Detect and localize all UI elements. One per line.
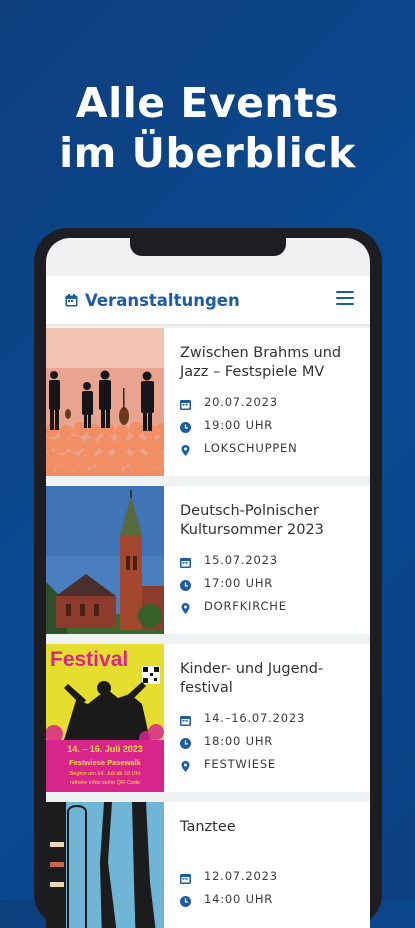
- event-time: 14:00 UHR: [180, 891, 366, 907]
- event-location: LOKSCHUPPEN: [180, 440, 366, 456]
- location-pin-icon: [180, 759, 191, 772]
- clock-icon: [180, 578, 191, 591]
- calendar-icon: [180, 397, 191, 410]
- app-bar: Veranstaltungen: [46, 276, 370, 324]
- event-image-tanztee: [46, 802, 164, 928]
- event-time: 19:00 UHR: [180, 417, 366, 433]
- event-location: FESTWIESE: [180, 756, 366, 772]
- promo-headline-line1: Alle Events: [75, 79, 340, 127]
- event-time: 17:00 UHR: [180, 575, 366, 591]
- clock-icon: [180, 894, 191, 907]
- event-image-church: [46, 486, 164, 634]
- event-date: 20.07.2023: [180, 394, 366, 410]
- event-image-festival-poster: Festival 14. – 16. Juli 2023 Festwiese P…: [46, 644, 164, 792]
- clock-icon: [180, 736, 191, 749]
- calendar-icon: [180, 713, 191, 726]
- hamburger-menu-icon[interactable]: [336, 291, 354, 307]
- location-pin-icon: [180, 443, 191, 456]
- phone-frame: Veranstaltungen Zwischen Brahms und Jazz…: [34, 228, 382, 928]
- event-date: 14.–16.07.2023: [180, 710, 366, 726]
- event-card[interactable]: Zwischen Brahms und Jazz – Festspiele MV…: [46, 328, 370, 476]
- event-title: Kinder- und Jugend- festival: [180, 661, 324, 696]
- clock-icon: [180, 420, 191, 433]
- poster-dates: 14. – 16. Juli 2023: [67, 744, 143, 754]
- event-image-musicians: [46, 328, 164, 476]
- event-title: Deutsch-Polnischer Kultursommer 2023: [180, 503, 324, 538]
- event-card[interactable]: Festival 14. – 16. Juli 2023 Festwiese P…: [46, 644, 370, 792]
- app-title: Veranstaltungen: [85, 290, 240, 310]
- location-pin-icon: [180, 601, 191, 614]
- phone-notch: [130, 238, 286, 256]
- event-location: DORFKIRCHE: [180, 598, 366, 614]
- event-date: 12.07.2023: [180, 868, 366, 884]
- event-time: 18:00 UHR: [180, 733, 366, 749]
- phone-screen: Veranstaltungen Zwischen Brahms und Jazz…: [46, 238, 370, 928]
- poster-note-qr: nähere Infos siehe QR-Code: [70, 780, 140, 786]
- calendar-icon: [65, 293, 78, 307]
- poster-headline: Festival: [50, 648, 128, 671]
- poster-note-start: Beginn am 14. Juli ab 18 Uhr: [70, 771, 141, 777]
- promo-headline: Alle Events im Überblick: [0, 78, 415, 178]
- poster-venue: Festwiese Pasewalk: [69, 758, 142, 767]
- event-title: Tanztee: [180, 819, 236, 835]
- promo-headline-line2: im Überblick: [59, 129, 356, 177]
- event-title: Zwischen Brahms und Jazz – Festspiele MV: [180, 345, 342, 380]
- event-card[interactable]: Tanztee 12.07.2023 14:00 UHR: [46, 802, 370, 928]
- event-card[interactable]: Deutsch-Polnischer Kultursommer 2023 15.…: [46, 486, 370, 634]
- calendar-icon: [180, 555, 191, 568]
- event-date: 15.07.2023: [180, 552, 366, 568]
- calendar-icon: [180, 871, 191, 884]
